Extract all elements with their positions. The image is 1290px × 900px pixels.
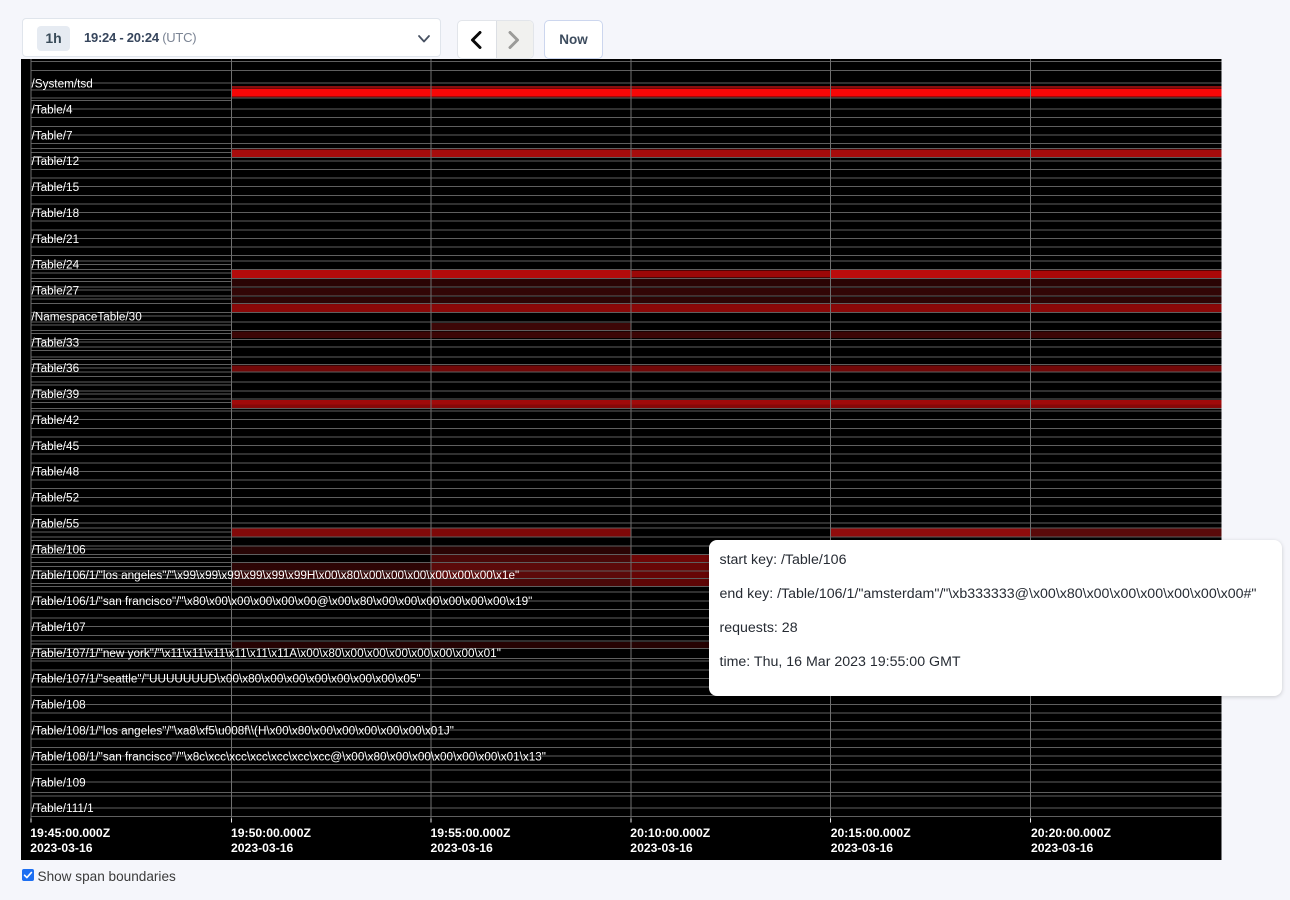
svg-text:2023-03-16: 2023-03-16: [831, 841, 894, 855]
svg-text:/Table/48: /Table/48: [32, 466, 80, 479]
svg-text:/Table/108: /Table/108: [32, 699, 87, 712]
svg-text:/Table/18: /Table/18: [32, 207, 80, 220]
svg-text:/Table/24: /Table/24: [32, 259, 80, 272]
svg-text:/Table/42: /Table/42: [32, 414, 80, 427]
svg-text:2023-03-16: 2023-03-16: [630, 841, 693, 855]
svg-text:/Table/106/1/"los angeles"/"\x: /Table/106/1/"los angeles"/"\x99\x99\x99…: [32, 569, 520, 582]
svg-text:/System/tsd: /System/tsd: [32, 77, 93, 90]
svg-text:/Table/7: /Table/7: [32, 129, 73, 142]
svg-text:/Table/107/1/"new york"/"\x11\: /Table/107/1/"new york"/"\x11\x11\x11\x1…: [32, 647, 501, 660]
svg-text:/Table/15: /Table/15: [32, 181, 80, 194]
svg-text:2023-03-16: 2023-03-16: [1031, 841, 1094, 855]
svg-text:/Table/52: /Table/52: [32, 492, 80, 505]
svg-text:/Table/111/1: /Table/111/1: [32, 802, 94, 815]
svg-text:/Table/108/1/"san francisco"/": /Table/108/1/"san francisco"/"\x8c\xcc\x…: [32, 750, 546, 763]
svg-text:2023-03-16: 2023-03-16: [231, 841, 294, 855]
svg-text:/Table/108/1/"los angeles"/"\x: /Table/108/1/"los angeles"/"\xa8\xf5\u00…: [32, 724, 454, 737]
svg-text:/Table/4: /Table/4: [32, 103, 74, 116]
svg-text:19:55:00.000Z: 19:55:00.000Z: [431, 826, 512, 840]
svg-text:20:10:00.000Z: 20:10:00.000Z: [630, 826, 711, 840]
svg-text:/Table/39: /Table/39: [32, 388, 80, 401]
svg-text:20:20:00.000Z: 20:20:00.000Z: [1031, 826, 1112, 840]
svg-text:20:15:00.000Z: 20:15:00.000Z: [831, 826, 912, 840]
svg-text:/Table/27: /Table/27: [32, 285, 80, 298]
svg-text:/Table/33: /Table/33: [32, 336, 80, 349]
svg-text:/NamespaceTable/30: /NamespaceTable/30: [32, 310, 143, 323]
svg-text:/Table/106: /Table/106: [32, 543, 87, 556]
svg-text:/Table/55: /Table/55: [32, 517, 80, 530]
svg-text:/Table/21: /Table/21: [32, 233, 80, 246]
svg-text:19:50:00.000Z: 19:50:00.000Z: [231, 826, 312, 840]
svg-text:/Table/45: /Table/45: [32, 440, 80, 453]
svg-text:2023-03-16: 2023-03-16: [431, 841, 494, 855]
svg-text:/Table/106/1/"san francisco"/": /Table/106/1/"san francisco"/"\x80\x00\x…: [32, 595, 533, 608]
svg-text:2023-03-16: 2023-03-16: [30, 841, 93, 855]
svg-text:19:45:00.000Z: 19:45:00.000Z: [30, 826, 111, 840]
svg-text:/Table/109: /Table/109: [32, 776, 86, 789]
svg-text:/Table/36: /Table/36: [32, 362, 80, 375]
svg-text:/Table/107/1/"seattle"/"UUUUUU: /Table/107/1/"seattle"/"UUUUUUUD\x00\x80…: [32, 673, 421, 686]
svg-text:/Table/12: /Table/12: [32, 155, 80, 168]
svg-text:/Table/107: /Table/107: [32, 621, 86, 634]
